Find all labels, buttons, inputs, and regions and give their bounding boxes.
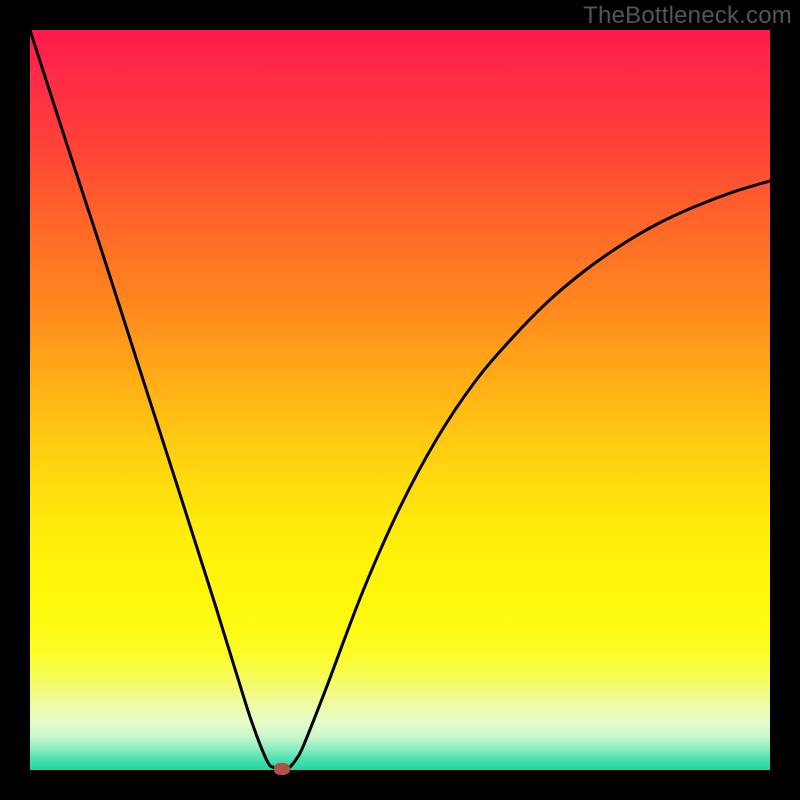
plot-area bbox=[30, 30, 770, 770]
bottleneck-curve bbox=[30, 30, 770, 770]
curve-layer bbox=[30, 30, 770, 770]
watermark-label: TheBottleneck.com bbox=[583, 2, 792, 30]
chart-frame: TheBottleneck.com bbox=[0, 0, 800, 800]
optimal-marker bbox=[274, 763, 290, 775]
